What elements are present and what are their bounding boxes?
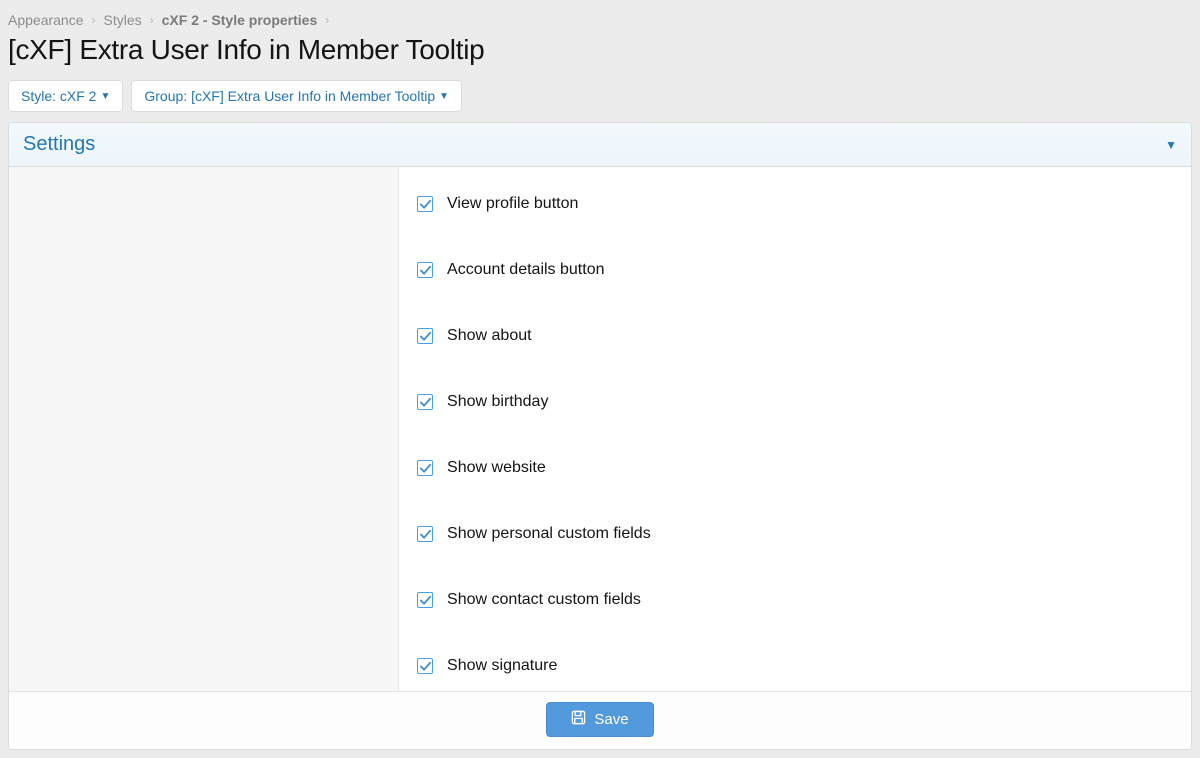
style-selector-label: Style: cXF 2 (21, 88, 96, 104)
settings-panel-body: View profile button Account details butt… (9, 167, 1191, 691)
settings-panel: Settings ▼ View profile button Account d… (8, 122, 1192, 750)
caret-down-icon: ▼ (100, 91, 110, 102)
breadcrumb-item[interactable]: cXF 2 - Style properties (162, 12, 318, 28)
chevron-right-icon: › (325, 13, 329, 27)
style-selector[interactable]: Style: cXF 2 ▼ (8, 80, 123, 112)
page-title: [cXF] Extra User Info in Member Tooltip (8, 34, 1192, 66)
save-button-label: Save (594, 711, 628, 728)
option-label: Show signature (447, 657, 557, 675)
option-label: Show contact custom fields (447, 591, 641, 609)
group-selector[interactable]: Group: [cXF] Extra User Info in Member T… (131, 80, 462, 112)
caret-down-icon: ▼ (439, 91, 449, 102)
option-show-about[interactable]: Show about (417, 315, 1173, 381)
breadcrumb-item[interactable]: Appearance (8, 12, 84, 28)
option-show-signature[interactable]: Show signature (417, 645, 1173, 691)
checkbox-checked-icon (417, 394, 433, 410)
settings-panel-header[interactable]: Settings ▼ (9, 123, 1191, 167)
group-selector-label: Group: [cXF] Extra User Info in Member T… (144, 88, 435, 104)
option-label: Show personal custom fields (447, 525, 651, 543)
option-label: Account details button (447, 261, 604, 279)
option-account-details-button[interactable]: Account details button (417, 249, 1173, 315)
option-show-website[interactable]: Show website (417, 447, 1173, 513)
settings-panel-title: Settings (23, 133, 95, 156)
save-icon (571, 710, 586, 729)
option-show-birthday[interactable]: Show birthday (417, 381, 1173, 447)
option-label: Show website (447, 459, 546, 477)
checkbox-checked-icon (417, 196, 433, 212)
checkbox-checked-icon (417, 592, 433, 608)
option-label: Show about (447, 327, 532, 345)
caret-down-icon: ▼ (1165, 138, 1177, 152)
option-show-personal-custom-fields[interactable]: Show personal custom fields (417, 513, 1173, 579)
filter-row: Style: cXF 2 ▼ Group: [cXF] Extra User I… (8, 80, 1192, 112)
checkbox-checked-icon (417, 460, 433, 476)
settings-panel-left (9, 167, 399, 691)
checkbox-checked-icon (417, 328, 433, 344)
checkbox-checked-icon (417, 262, 433, 278)
breadcrumb: Appearance › Styles › cXF 2 - Style prop… (8, 8, 1192, 30)
checkbox-checked-icon (417, 526, 433, 542)
option-show-contact-custom-fields[interactable]: Show contact custom fields (417, 579, 1173, 645)
option-view-profile-button[interactable]: View profile button (417, 183, 1173, 249)
breadcrumb-item[interactable]: Styles (104, 12, 142, 28)
chevron-right-icon: › (150, 13, 154, 27)
save-button[interactable]: Save (546, 702, 653, 737)
chevron-right-icon: › (92, 13, 96, 27)
option-label: View profile button (447, 195, 578, 213)
option-label: Show birthday (447, 393, 548, 411)
settings-panel-right: View profile button Account details butt… (399, 167, 1191, 691)
settings-panel-footer: Save (9, 691, 1191, 749)
